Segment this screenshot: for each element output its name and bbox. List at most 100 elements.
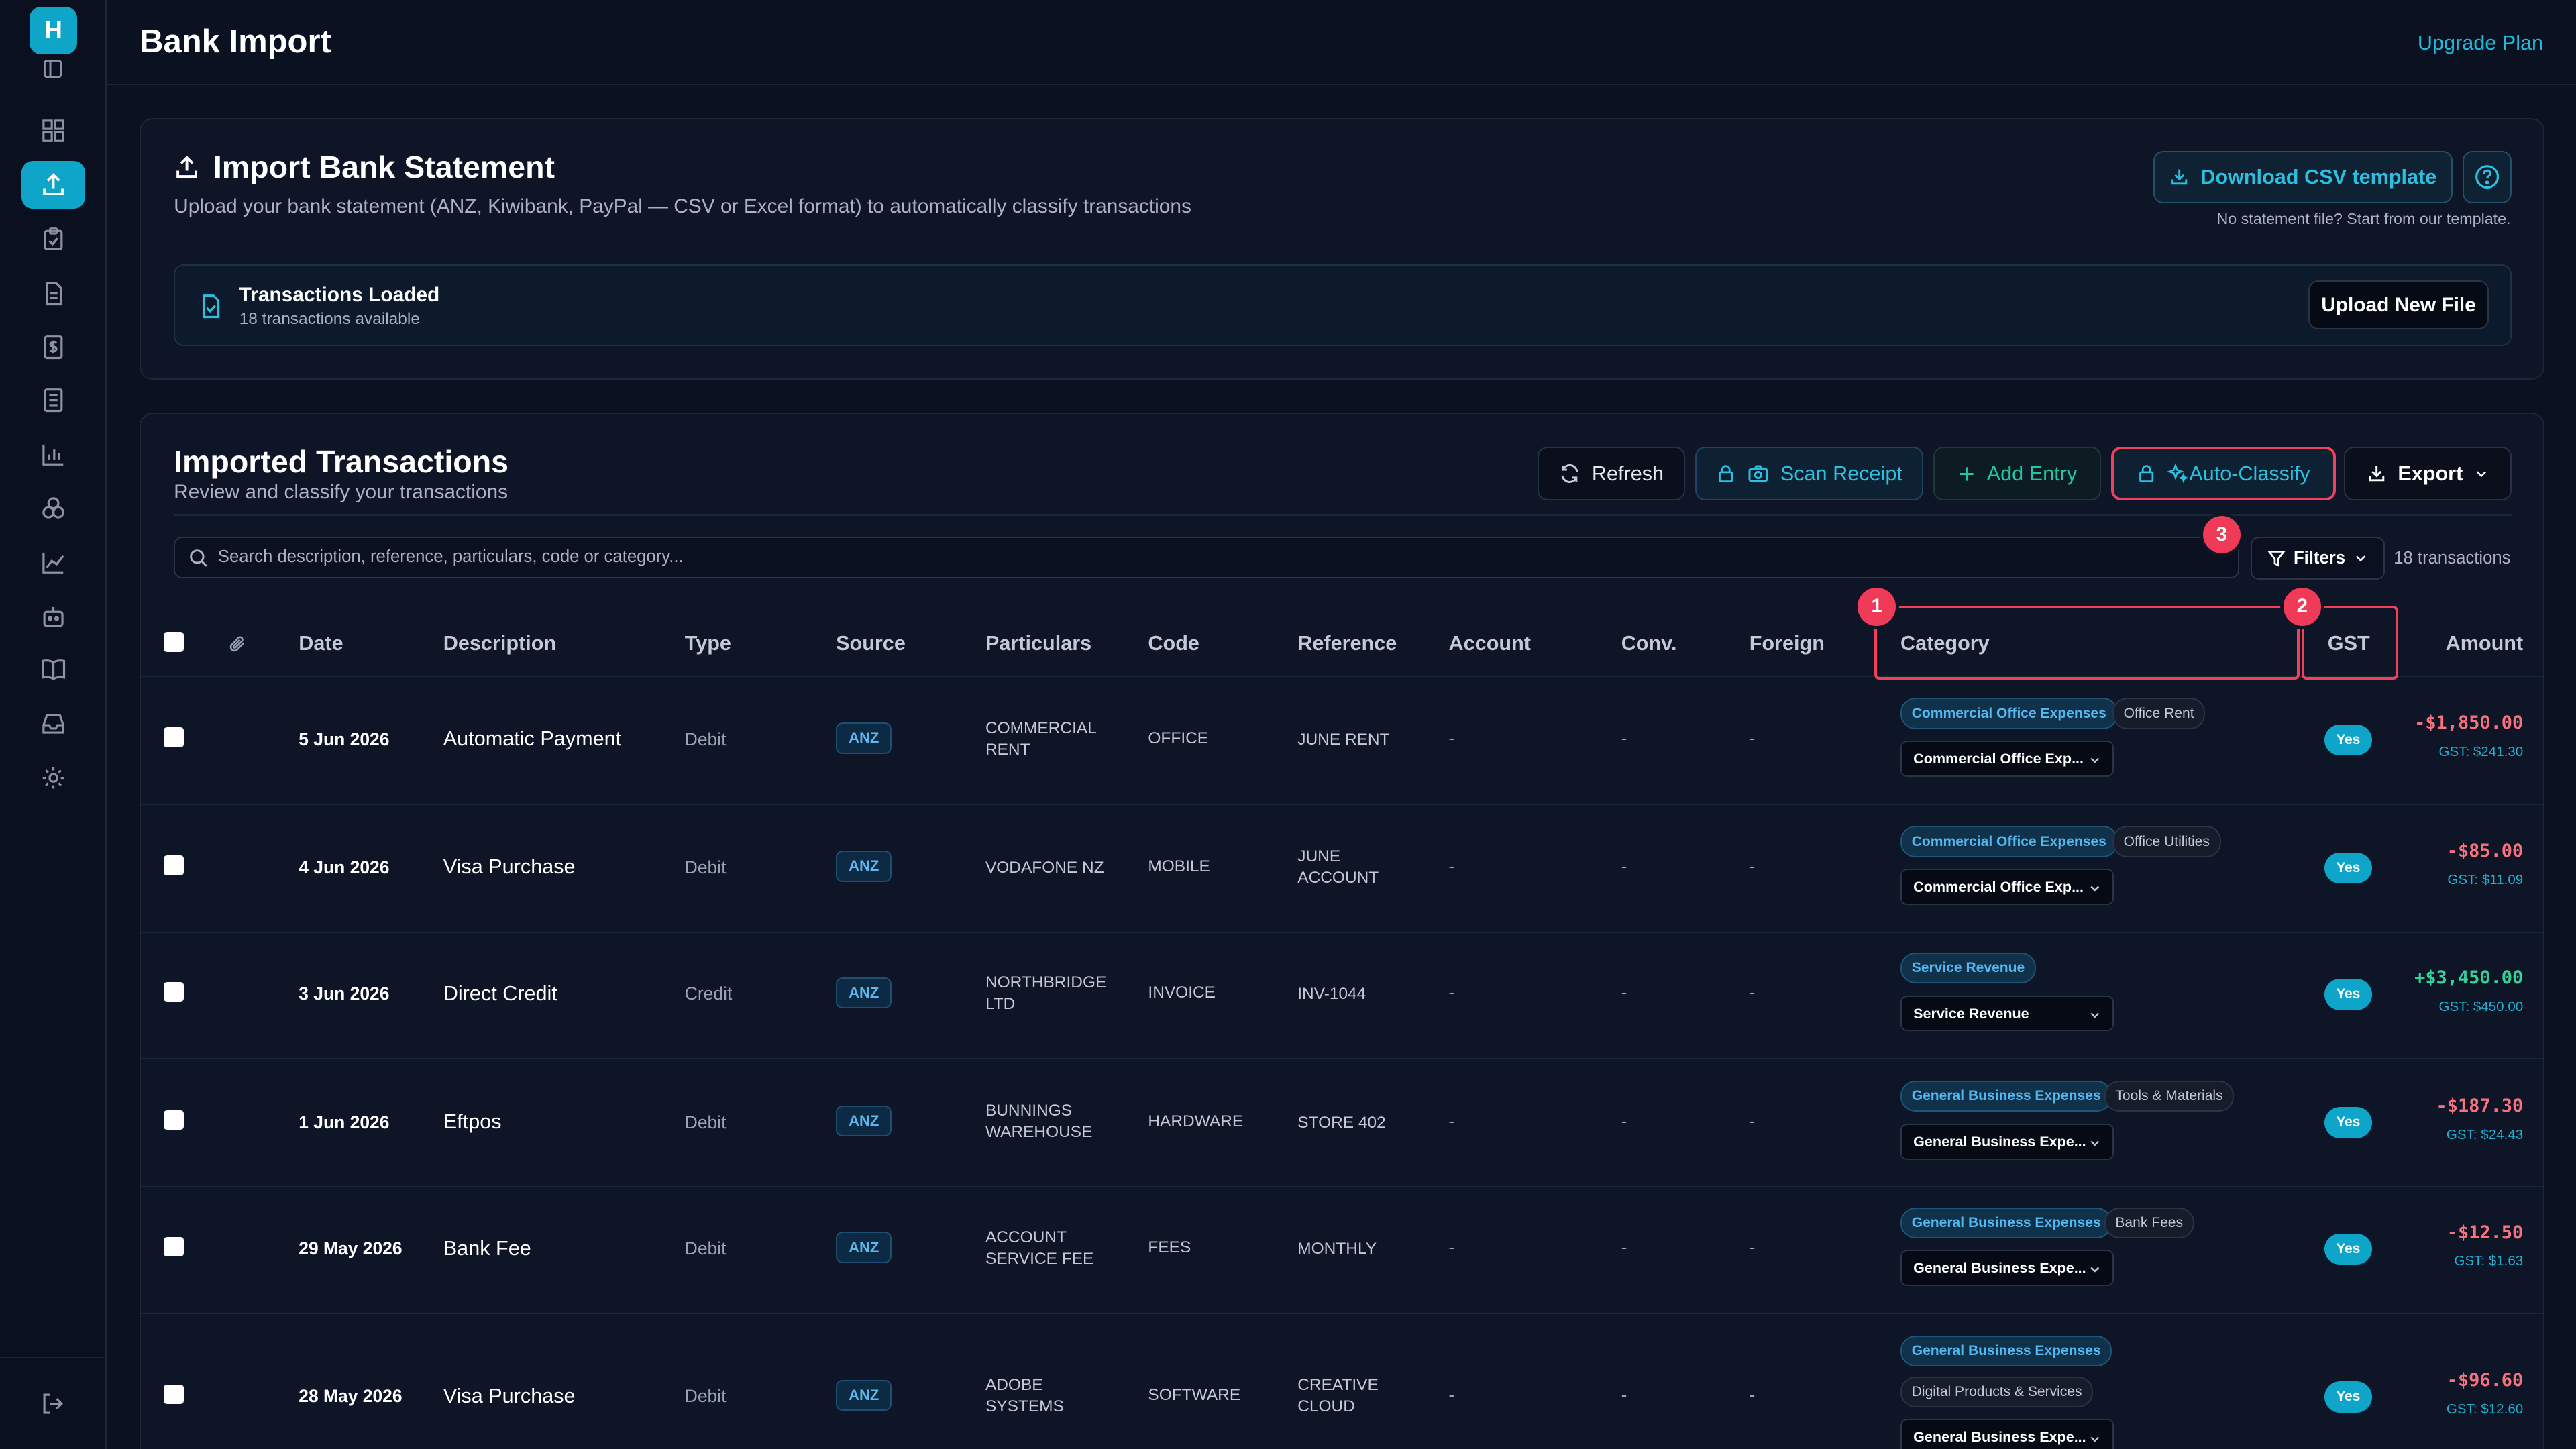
- app-logo[interactable]: H: [30, 6, 78, 54]
- upgrade-plan-link[interactable]: Upgrade Plan: [2418, 32, 2543, 55]
- col-amount[interactable]: Amount: [2446, 632, 2524, 655]
- category-select[interactable]: Service Revenue: [1900, 995, 2114, 1032]
- scan-receipt-button[interactable]: Scan Receipt: [1695, 446, 1924, 501]
- nav-settings[interactable]: [21, 754, 86, 802]
- col-account[interactable]: Account: [1449, 632, 1531, 655]
- gst-badge[interactable]: Yes: [2324, 1233, 2372, 1265]
- nav-assets[interactable]: [21, 484, 86, 532]
- filters-button[interactable]: Filters: [2250, 537, 2385, 580]
- row-date: 3 Jun 2026: [299, 983, 390, 1004]
- row-reference: INV-1044: [1297, 985, 1366, 1004]
- nav-invoices[interactable]: [21, 323, 86, 371]
- category-select[interactable]: General Business Expe...: [1900, 1419, 2114, 1449]
- row-checkbox[interactable]: [164, 855, 184, 875]
- row-description: Eftpos: [443, 1110, 502, 1134]
- col-particulars[interactable]: Particulars: [985, 632, 1091, 655]
- nav-analytics[interactable]: [21, 539, 86, 586]
- nav-assistant[interactable]: [21, 593, 86, 641]
- col-conv[interactable]: Conv.: [1621, 632, 1677, 655]
- col-source[interactable]: Source: [836, 632, 906, 655]
- col-code[interactable]: Code: [1148, 632, 1199, 655]
- gst-badge[interactable]: Yes: [2324, 979, 2372, 1010]
- category-tag: Commercial Office Expenses: [1900, 698, 2118, 729]
- nav-inbox[interactable]: [21, 700, 86, 747]
- row-type: Debit: [684, 1112, 727, 1132]
- gst-badge[interactable]: Yes: [2324, 852, 2372, 884]
- row-date: 29 May 2026: [299, 1238, 402, 1259]
- col-reference[interactable]: Reference: [1297, 632, 1397, 655]
- download-icon: [2368, 466, 2385, 482]
- logout-button[interactable]: [21, 1380, 86, 1428]
- row-reference: JUNE ACCOUNT: [1297, 847, 1379, 887]
- category-tag: General Business Expenses: [1900, 1207, 2112, 1239]
- row-gst-amount: GST: $12.60: [2446, 1401, 2524, 1417]
- row-code: INVOICE: [1148, 983, 1216, 1002]
- logout-icon: [43, 1393, 64, 1414]
- table-row[interactable]: 1 Jun 2026 Eftpos Debit ANZ BUNNINGS WAR…: [141, 1059, 2544, 1188]
- help-button[interactable]: [2462, 150, 2512, 204]
- table-row[interactable]: 3 Jun 2026 Direct Credit Credit ANZ NORT…: [141, 931, 2544, 1060]
- table-row[interactable]: 5 Jun 2026 Automatic Payment Debit ANZ C…: [141, 677, 2544, 805]
- row-particulars: COMMERCIAL RENT: [985, 718, 1096, 759]
- row-checkbox[interactable]: [164, 727, 184, 747]
- row-code: FEES: [1148, 1238, 1191, 1257]
- chevron-down-icon: [2090, 1436, 2099, 1442]
- table-row[interactable]: 29 May 2026 Bank Fee Debit ANZ ACCOUNT S…: [141, 1186, 2544, 1314]
- sidebar-toggle-icon[interactable]: [43, 59, 62, 78]
- col-type[interactable]: Type: [685, 632, 731, 655]
- search-input[interactable]: Search description, reference, particula…: [174, 537, 2239, 578]
- refresh-button[interactable]: Refresh: [1537, 446, 1686, 501]
- select-all-checkbox[interactable]: [164, 632, 184, 652]
- category-select[interactable]: Commercial Office Exp...: [1900, 869, 2114, 905]
- export-button[interactable]: Export: [2344, 446, 2512, 501]
- top-bar: Bank Import Upgrade Plan: [107, 0, 2576, 86]
- row-particulars: BUNNINGS WAREHOUSE: [985, 1102, 1093, 1142]
- auto-classify-label: Auto-Classify: [2189, 462, 2310, 485]
- row-foreign: -: [1749, 1112, 1756, 1131]
- row-gst-amount: GST: $24.43: [2446, 1126, 2524, 1142]
- upload-new-file-button[interactable]: Upload New File: [2308, 280, 2489, 330]
- category-select[interactable]: Commercial Office Exp...: [1900, 741, 2114, 777]
- row-date: 4 Jun 2026: [299, 857, 390, 877]
- nav-documents[interactable]: [21, 270, 86, 317]
- gst-badge[interactable]: Yes: [2324, 724, 2372, 756]
- import-statement-card: Import Bank Statement Upload your bank s…: [140, 118, 2545, 380]
- row-foreign: -: [1749, 1238, 1756, 1258]
- transactions-title: Imported Transactions: [174, 443, 508, 479]
- gst-badge[interactable]: Yes: [2324, 1107, 2372, 1138]
- row-checkbox[interactable]: [164, 982, 184, 1002]
- lock-icon: [2139, 465, 2154, 483]
- col-description[interactable]: Description: [443, 632, 556, 655]
- nav-reports[interactable]: [21, 431, 86, 478]
- gear-icon: [42, 767, 64, 789]
- auto-classify-button[interactable]: Auto-Classify: [2110, 446, 2336, 501]
- boxes-icon: [42, 497, 64, 519]
- row-checkbox[interactable]: [164, 1385, 184, 1405]
- row-gst-amount: GST: $11.09: [2447, 871, 2524, 888]
- row-checkbox[interactable]: [164, 1110, 184, 1130]
- row-checkbox[interactable]: [164, 1236, 184, 1256]
- row-account: -: [1448, 1386, 1455, 1405]
- row-foreign: -: [1749, 983, 1756, 1003]
- table-row[interactable]: 28 May 2026 Visa Purchase Debit ANZ ADOB…: [141, 1314, 2543, 1449]
- lock-icon: [1719, 465, 1733, 483]
- table-row[interactable]: 4 Jun 2026 Visa Purchase Debit ANZ VODAF…: [141, 805, 2544, 933]
- nav-ledger[interactable]: [21, 376, 86, 424]
- scan-receipt-label: Scan Receipt: [1780, 462, 1902, 485]
- category-select[interactable]: General Business Expe...: [1900, 1123, 2114, 1160]
- download-csv-template-button[interactable]: Download CSV template: [2153, 150, 2453, 204]
- col-date[interactable]: Date: [299, 632, 343, 655]
- gst-badge[interactable]: Yes: [2324, 1381, 2372, 1413]
- nav-guides[interactable]: [21, 645, 86, 693]
- nav-review[interactable]: [21, 215, 86, 263]
- row-date: 1 Jun 2026: [299, 1112, 390, 1132]
- nav-bank-import[interactable]: [21, 161, 86, 209]
- row-foreign: -: [1749, 729, 1756, 748]
- col-foreign[interactable]: Foreign: [1750, 632, 1825, 655]
- add-entry-button[interactable]: Add Entry: [1933, 446, 2101, 501]
- category-select[interactable]: General Business Expe...: [1900, 1250, 2114, 1287]
- camera-icon: [1748, 465, 1768, 482]
- source-badge: ANZ: [836, 1379, 892, 1411]
- row-description: Automatic Payment: [443, 727, 622, 751]
- nav-dashboard[interactable]: [21, 107, 86, 154]
